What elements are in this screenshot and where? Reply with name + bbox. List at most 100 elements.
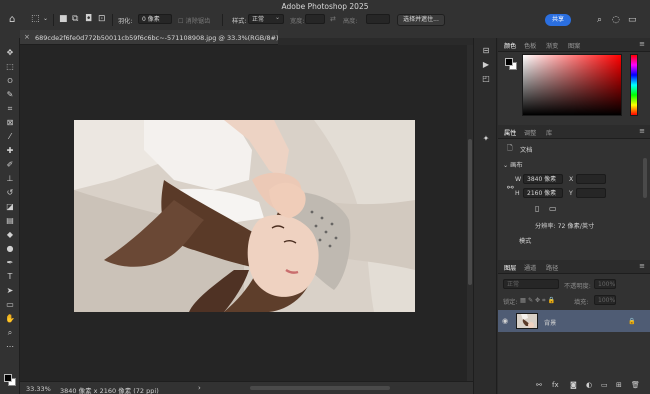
lock-icons[interactable]: ▦ ✎ ✥ ⌗ 🔒	[520, 296, 555, 305]
history-panel-icon[interactable]: ⊟	[481, 46, 491, 56]
add-mask-icon[interactable]: ◙	[570, 381, 577, 389]
search-icon[interactable]: ⌕	[597, 15, 602, 25]
shape-tool-icon[interactable]: ▭	[3, 299, 17, 310]
lasso-tool-icon[interactable]: ଠ	[3, 75, 17, 86]
eraser-tool-icon[interactable]: ◪	[3, 201, 17, 212]
y-input[interactable]	[576, 188, 606, 198]
swap-icon[interactable]: ⇄	[330, 14, 336, 24]
zoom-tool-icon[interactable]: ⌕	[3, 327, 17, 338]
type-tool-icon[interactable]: T	[3, 271, 17, 282]
x-input[interactable]	[576, 174, 606, 184]
crop-tool-icon[interactable]: ⌗	[3, 103, 17, 114]
actions-panel-icon[interactable]: ▶	[481, 60, 491, 70]
fill-label: 填充:	[574, 299, 589, 306]
path-select-tool-icon[interactable]: ➤	[3, 285, 17, 296]
tab-libraries[interactable]: 库	[546, 128, 552, 137]
width-label: 宽度:	[290, 18, 305, 25]
quick-select-tool-icon[interactable]: ✎	[3, 89, 17, 100]
pen-tool-icon[interactable]: ✒	[3, 257, 17, 268]
more-tools-icon[interactable]: ⋯	[3, 341, 17, 352]
tab-channels[interactable]: 通道	[524, 263, 536, 272]
hue-slider[interactable]	[630, 54, 638, 116]
width-input[interactable]	[305, 14, 325, 24]
chevron-down-icon[interactable]: ⌄	[43, 14, 48, 24]
dodge-tool-icon[interactable]: ●	[3, 243, 17, 254]
blend-mode-select[interactable]: 正常	[503, 279, 559, 289]
share-button[interactable]: 共享	[545, 14, 571, 26]
zoom-level[interactable]: 33.33%	[26, 385, 51, 393]
move-tool-icon[interactable]: ✥	[3, 47, 17, 58]
close-icon[interactable]: ×	[24, 33, 30, 41]
subtract-selection-icon[interactable]: ◘	[85, 14, 92, 24]
horizontal-scroll-thumb[interactable]	[250, 386, 390, 390]
feather-input[interactable]: 0 像素	[138, 14, 172, 24]
marquee-tool-icon[interactable]: ⬚	[31, 14, 40, 24]
tab-swatches[interactable]: 色板	[524, 41, 536, 50]
tab-adjustments[interactable]: 调整	[524, 128, 536, 137]
rect-marquee-tool-icon[interactable]: ⬚	[3, 61, 17, 72]
canvas-width-input[interactable]: 3840 像素	[523, 174, 563, 184]
style-select[interactable]: 正常	[248, 14, 284, 24]
color-picker-field[interactable]	[522, 54, 622, 116]
clone-stamp-icon[interactable]: ⊥	[3, 173, 17, 184]
add-selection-icon[interactable]: ⧉	[72, 14, 78, 24]
fx-icon[interactable]: fx	[552, 381, 559, 389]
hand-tool-icon[interactable]: ✋	[3, 313, 17, 324]
workspace-icon[interactable]: ▭	[628, 15, 637, 25]
trash-icon[interactable]: 🗑	[631, 381, 640, 389]
tab-paths[interactable]: 路径	[546, 263, 558, 272]
tab-gradients[interactable]: 渐变	[546, 41, 558, 50]
blur-tool-icon[interactable]: ◆	[3, 229, 17, 240]
canvas-section-toggle[interactable]: ⌄ 画布	[503, 160, 523, 169]
discover-icon[interactable]: ◌	[612, 15, 620, 25]
healing-brush-icon[interactable]: ✚	[3, 145, 17, 156]
document-tab[interactable]: × 689cde2f6fe0d772b50011cb59f6c6bc~-5711…	[20, 30, 279, 45]
foreground-color-swatch[interactable]	[4, 374, 12, 382]
panel-icon-column: ⊟ ▶ ◰ ✦	[473, 38, 497, 394]
antialias-label: 消除锯齿	[185, 18, 211, 25]
panel-menu-icon[interactable]: ≡	[639, 127, 645, 135]
new-layer-icon[interactable]: ⊞	[616, 381, 622, 389]
paragraph-panel-icon[interactable]: ✦	[481, 134, 491, 144]
panel-foreground-swatch[interactable]	[505, 58, 513, 66]
layer-row-background[interactable]: ◉ 背景 🔒	[498, 310, 650, 332]
landscape-orientation-icon[interactable]: ▭	[549, 204, 557, 213]
group-folder-icon[interactable]: ▭	[601, 381, 608, 389]
tab-layers[interactable]: 图层	[504, 263, 516, 272]
eyedropper-tool-icon[interactable]: ⁄	[3, 131, 17, 142]
history-brush-icon[interactable]: ↺	[3, 187, 17, 198]
new-selection-icon[interactable]: ■	[59, 14, 68, 24]
tab-color[interactable]: 颜色	[504, 41, 516, 50]
brush-tool-icon[interactable]: ✐	[3, 159, 17, 170]
status-menu-arrow[interactable]: ›	[198, 384, 201, 392]
document-image[interactable]	[74, 120, 415, 312]
height-label: 高度:	[343, 18, 358, 25]
vertical-scroll-thumb[interactable]	[468, 139, 472, 285]
home-icon[interactable]: ⌂	[9, 15, 15, 25]
tab-properties[interactable]: 属性	[504, 128, 516, 137]
intersect-selection-icon[interactable]: ⊡	[98, 14, 106, 24]
link-layers-icon[interactable]: ⚯	[536, 381, 542, 389]
canvas-height-input[interactable]: 2160 像素	[523, 188, 563, 198]
gradient-tool-icon[interactable]: ▤	[3, 215, 17, 226]
panel-menu-icon[interactable]: ≡	[639, 262, 645, 270]
select-and-mask-button[interactable]: 选择并遮住...	[397, 14, 445, 26]
y-label: Y	[569, 190, 573, 197]
opacity-input[interactable]: 100%	[594, 279, 616, 289]
character-panel-icon[interactable]: ◰	[481, 74, 491, 84]
tab-patterns[interactable]: 图案	[568, 41, 580, 50]
adjustment-layer-icon[interactable]: ◐	[586, 381, 592, 389]
visibility-eye-icon[interactable]: ◉	[502, 317, 508, 325]
properties-scrollbar[interactable]	[643, 158, 647, 198]
layer-name[interactable]: 背景	[544, 318, 556, 327]
panel-menu-icon[interactable]: ≡	[639, 40, 645, 48]
frame-tool-icon[interactable]: ⊠	[3, 117, 17, 128]
fill-input[interactable]: 100%	[594, 295, 616, 305]
portrait-orientation-icon[interactable]: ▯	[535, 204, 539, 213]
height-input[interactable]	[366, 14, 390, 24]
antialias-checkbox[interactable]: ☐ 消除锯齿	[178, 16, 210, 25]
opacity-label: 不透明度:	[564, 283, 591, 290]
link-icon[interactable]: ⚯	[507, 183, 514, 192]
width-label: W	[515, 176, 522, 183]
divider	[222, 14, 223, 26]
